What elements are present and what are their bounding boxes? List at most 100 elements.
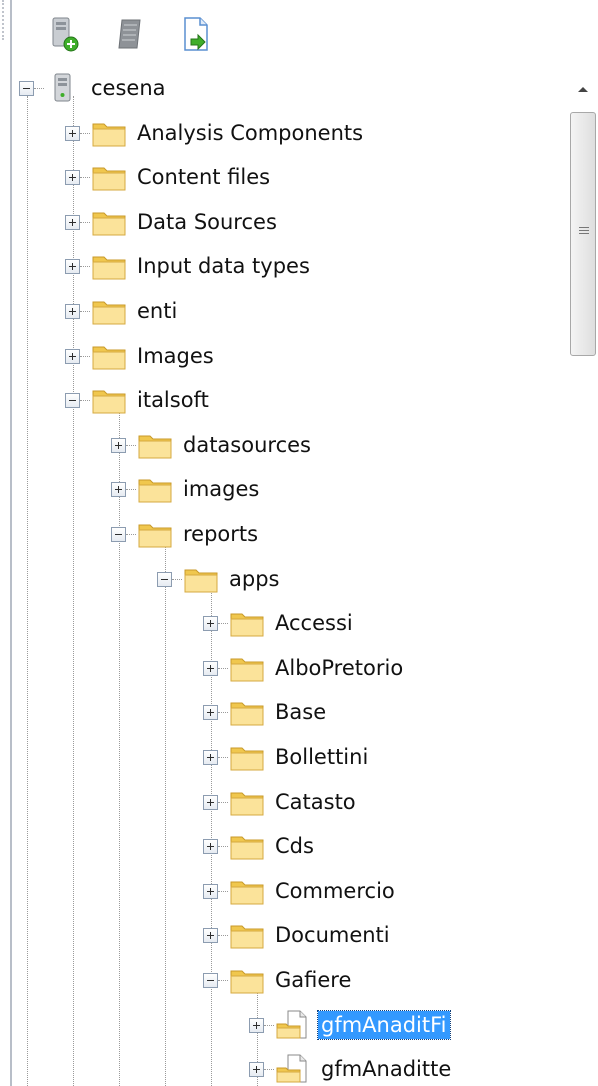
tree-node[interactable]: Documenti bbox=[0, 916, 560, 954]
tree-node[interactable]: Base bbox=[0, 693, 560, 731]
expand-icon[interactable] bbox=[65, 170, 80, 186]
expand-icon[interactable] bbox=[203, 883, 218, 899]
expand-icon[interactable] bbox=[203, 794, 218, 810]
tree-node-label: Analysis Components bbox=[137, 120, 364, 145]
tree-node[interactable]: enti bbox=[0, 292, 560, 330]
tree-node[interactable]: Bollettini bbox=[0, 738, 560, 776]
tree-node-label: apps bbox=[229, 566, 280, 591]
expand-icon[interactable] bbox=[203, 750, 218, 765]
tree-connector bbox=[218, 801, 228, 803]
tree-connector bbox=[218, 712, 228, 714]
tree-node-label: Input data types bbox=[137, 254, 310, 279]
tree-connector bbox=[218, 890, 228, 892]
tree-node-label: Gafiere bbox=[275, 968, 352, 992]
tree-connector bbox=[218, 935, 228, 937]
tree-connector bbox=[172, 578, 182, 580]
tree-connector bbox=[80, 355, 90, 357]
tree-node-label: enti bbox=[137, 299, 178, 323]
tree-connector bbox=[218, 980, 228, 981]
tree-connector bbox=[80, 311, 90, 312]
tree-node[interactable]: reports bbox=[0, 515, 560, 553]
folder-icon bbox=[138, 430, 172, 460]
tree-node[interactable]: Commercio bbox=[0, 872, 560, 910]
tree-connector bbox=[264, 1024, 274, 1026]
folder-icon bbox=[92, 162, 126, 192]
tree-connector bbox=[80, 221, 90, 223]
tree-node-label: Base bbox=[275, 700, 327, 725]
tree-node[interactable]: Content files bbox=[0, 158, 560, 196]
folder-icon bbox=[92, 341, 126, 371]
expand-icon[interactable] bbox=[203, 928, 218, 944]
tree-node-label: Commercio bbox=[275, 878, 395, 903]
folder-icon bbox=[230, 920, 264, 950]
expand-icon[interactable] bbox=[65, 259, 80, 275]
tree-node[interactable]: Cds bbox=[0, 827, 560, 865]
folder-icon bbox=[138, 474, 172, 504]
collapse-icon[interactable] bbox=[157, 571, 172, 587]
report-file-icon bbox=[276, 1010, 310, 1040]
tree-node[interactable]: Gafiere bbox=[0, 961, 560, 999]
tree-node-label: Accessi bbox=[275, 611, 353, 636]
tree-node[interactable]: apps bbox=[0, 560, 560, 598]
collapse-icon[interactable] bbox=[65, 393, 80, 409]
tree-connector bbox=[218, 623, 228, 625]
folder-icon bbox=[230, 653, 264, 683]
expand-icon[interactable] bbox=[249, 1062, 264, 1078]
expand-icon[interactable] bbox=[65, 125, 80, 141]
repository-tree-panel: cesena Analysis Components Content files Da… bbox=[0, 0, 598, 1086]
tree-node[interactable]: Analysis Components bbox=[0, 114, 560, 152]
tree-node[interactable]: italsoft bbox=[0, 381, 560, 419]
tree-node[interactable]: Accessi bbox=[0, 604, 560, 642]
expand-icon[interactable] bbox=[65, 348, 80, 364]
folder-icon bbox=[184, 564, 218, 594]
tree-node[interactable]: AlboPretorio bbox=[0, 649, 560, 687]
expand-icon[interactable] bbox=[203, 839, 218, 855]
tree-connector bbox=[80, 177, 90, 179]
expand-icon[interactable] bbox=[111, 437, 126, 453]
tree-node[interactable]: Data Sources bbox=[0, 203, 560, 241]
collapse-icon[interactable] bbox=[19, 81, 34, 96]
tree-connector bbox=[126, 534, 136, 535]
expand-icon[interactable] bbox=[203, 616, 218, 632]
scroll-up-button[interactable] bbox=[568, 70, 598, 108]
folder-icon bbox=[92, 251, 126, 281]
tree-node-label: gfmAnaditte bbox=[321, 1057, 452, 1082]
folder-icon bbox=[92, 385, 126, 415]
tree-node[interactable]: gfmAnaditFi bbox=[0, 1006, 560, 1044]
tree-node-label: Cds bbox=[275, 834, 314, 859]
tree-node[interactable]: Images bbox=[0, 337, 560, 375]
grip-icon bbox=[579, 227, 589, 234]
tree-node[interactable]: images bbox=[0, 470, 560, 508]
expand-icon[interactable] bbox=[111, 482, 126, 498]
tree-node[interactable]: Input data types bbox=[0, 247, 560, 285]
expand-icon[interactable] bbox=[203, 660, 218, 676]
vertical-scrollbar[interactable] bbox=[568, 70, 598, 1086]
collapse-icon[interactable] bbox=[203, 973, 218, 988]
tree-node-label: Data Sources bbox=[137, 209, 277, 234]
folder-icon bbox=[230, 742, 264, 772]
tree-node-label: gfmAnaditFi bbox=[317, 1009, 451, 1040]
scroll-thumb[interactable] bbox=[570, 112, 596, 356]
tree-node-label: Images bbox=[137, 343, 214, 368]
expand-icon[interactable] bbox=[65, 304, 80, 319]
folder-icon bbox=[92, 118, 126, 148]
tree-connector bbox=[126, 444, 136, 446]
tree-node-label: cesena bbox=[91, 76, 166, 100]
tree-root-node[interactable]: cesena bbox=[0, 69, 560, 107]
tree-node[interactable]: datasources bbox=[0, 426, 560, 464]
tree-node[interactable]: Catasto bbox=[0, 783, 560, 821]
tree-connector bbox=[218, 757, 228, 758]
expand-icon[interactable] bbox=[249, 1017, 264, 1033]
folder-icon bbox=[138, 519, 172, 549]
repository-tree: cesena Analysis Components Content files Da… bbox=[0, 0, 568, 1086]
tree-node-label: images bbox=[183, 477, 260, 502]
chevron-up-icon bbox=[578, 87, 588, 92]
tree-connector bbox=[80, 266, 90, 268]
tree-connector bbox=[264, 1069, 274, 1071]
tree-node[interactable]: gfmAnaditte bbox=[0, 1050, 560, 1086]
expand-icon[interactable] bbox=[203, 705, 218, 721]
expand-icon[interactable] bbox=[65, 214, 80, 230]
folder-icon bbox=[230, 608, 264, 638]
collapse-icon[interactable] bbox=[111, 527, 126, 542]
tree-connector bbox=[80, 400, 90, 402]
